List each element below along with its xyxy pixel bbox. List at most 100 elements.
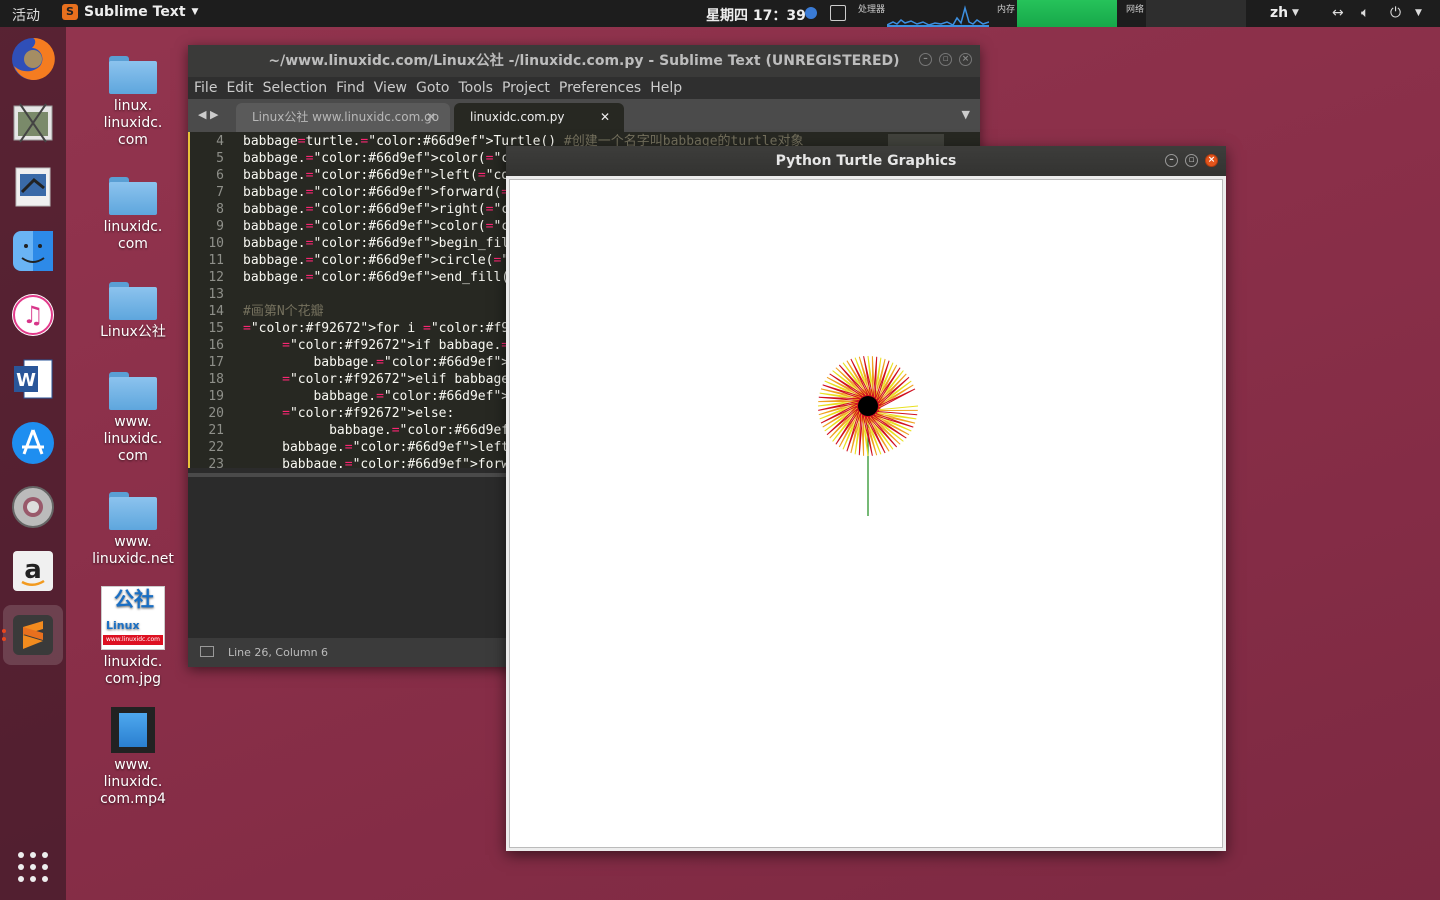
help-icon[interactable]	[9, 483, 57, 531]
tab-label: Linux公社 www.linuxidc.com.go	[252, 110, 440, 124]
line-number: 21	[208, 423, 224, 438]
desktop-video-file[interactable]: www. linuxidc. com.mp4	[78, 707, 188, 808]
cpu-monitor-graph[interactable]	[887, 0, 989, 27]
volume-icon[interactable]: 🔈︎	[1361, 5, 1369, 21]
code-line: 13	[190, 286, 243, 303]
window-titlebar[interactable]: Python Turtle Graphics – ▫ ×	[506, 146, 1226, 176]
desktop-image-file[interactable]: 公社 Linux www.linuxidc.com linuxidc. com.…	[78, 586, 188, 688]
menu-help[interactable]: Help	[650, 77, 682, 99]
line-number: 19	[208, 389, 224, 404]
window-title: Python Turtle Graphics	[775, 153, 957, 169]
finder-icon[interactable]	[9, 227, 57, 275]
notification-icon	[805, 7, 817, 19]
desktop-folder[interactable]: www. linuxidc.net	[78, 492, 188, 568]
desktop-icon-label: linuxidc. com.jpg	[103, 654, 163, 687]
minimize-button[interactable]: –	[1165, 154, 1178, 167]
power-icon[interactable]: ⏻	[1390, 5, 1401, 21]
turtle-graphics-window: Python Turtle Graphics – ▫ ×	[506, 146, 1226, 851]
minimize-button[interactable]: –	[919, 53, 932, 66]
menu-find[interactable]: Find	[336, 77, 365, 99]
line-number: 5	[216, 151, 224, 166]
close-button[interactable]: ×	[959, 53, 972, 66]
line-number: 12	[208, 270, 224, 285]
desktop-icon-label: www. linuxidc. com	[103, 414, 163, 464]
folder-icon	[109, 56, 157, 94]
line-number: 4	[216, 134, 224, 149]
thumbnail-logo-text: 公社	[114, 587, 154, 611]
mail-app-icon[interactable]	[9, 163, 57, 211]
line-number: 23	[208, 457, 224, 468]
menu-preferences[interactable]: Preferences	[559, 77, 641, 99]
svg-text:W: W	[16, 370, 36, 391]
maximize-button[interactable]: ▫	[1185, 154, 1198, 167]
sublime-text-icon: S	[62, 4, 78, 20]
thumbnail-logo-sub: Linux	[106, 619, 140, 632]
desktop-folder[interactable]: Linux公社	[78, 282, 188, 341]
chevron-down-icon: ▼	[1292, 8, 1299, 18]
language-indicator[interactable]: zh	[1270, 5, 1288, 21]
app-store-icon[interactable]	[9, 419, 57, 467]
folder-icon	[109, 372, 157, 410]
firefox-icon[interactable]	[9, 35, 57, 83]
app-grid-icon[interactable]	[9, 843, 57, 891]
menu-view[interactable]: View	[374, 77, 407, 99]
network-icon[interactable]: ↔	[1332, 5, 1344, 21]
turtle-canvas[interactable]	[509, 179, 1223, 848]
cpu-monitor-label: 处理器	[858, 5, 886, 15]
video-file-icon	[111, 707, 155, 753]
image-thumbnail: 公社 Linux www.linuxidc.com	[101, 586, 165, 650]
word-app-icon[interactable]: W	[9, 355, 57, 403]
tab-bar: ◀ ▶ Linux公社 www.linuxidc.com.go ✕ linuxi…	[188, 99, 980, 132]
desktop-folder[interactable]: www. linuxidc. com	[78, 372, 188, 465]
network-monitor-graph[interactable]	[1146, 0, 1246, 27]
running-indicator	[2, 629, 6, 633]
close-button[interactable]: ×	[1205, 154, 1218, 167]
menu-edit[interactable]: Edit	[226, 77, 253, 99]
line-number: 6	[216, 168, 224, 183]
folder-icon	[109, 177, 157, 215]
code-line: 20 ="color:#f92672">else:	[190, 405, 454, 422]
chevron-down-icon: ▼	[191, 7, 199, 17]
activities-button[interactable]: 活动	[12, 5, 40, 25]
code-text: babbage.="color:#66d9ef">end_fill()	[243, 270, 517, 285]
line-number: 17	[208, 355, 224, 370]
close-icon[interactable]: ✕	[426, 103, 436, 132]
code-text: ="color:#f92672">else:	[282, 406, 455, 421]
dock: ♫ W a	[0, 27, 66, 900]
svg-text:♫: ♫	[22, 301, 44, 329]
line-number: 15	[208, 321, 224, 336]
menu-goto[interactable]: Goto	[416, 77, 449, 99]
maximize-button[interactable]: ▫	[939, 53, 952, 66]
screenshot-app-icon[interactable]	[9, 99, 57, 147]
top-panel: 活动 S Sublime Text ▼ 星期四 17：39 处理器 内存 网络 …	[0, 0, 1440, 27]
menu-file[interactable]: File	[194, 77, 217, 99]
app-menu-label: Sublime Text	[84, 4, 186, 20]
screenshot-icon[interactable]	[830, 5, 846, 21]
line-number: 13	[208, 287, 224, 302]
window-titlebar[interactable]: ~/www.linuxidc.com/Linux公社 -/linuxidc.co…	[188, 45, 980, 77]
desktop-folder[interactable]: linuxidc. com	[78, 177, 188, 253]
chevron-down-icon[interactable]: ▼	[962, 108, 970, 121]
flower-center	[858, 396, 878, 416]
menu-project[interactable]: Project	[502, 77, 550, 99]
tab-linuxidc-go[interactable]: Linux公社 www.linuxidc.com.go ✕	[236, 103, 450, 132]
menu-bar: File Edit Selection Find View Goto Tools…	[188, 77, 980, 99]
menu-tools[interactable]: Tools	[458, 77, 493, 99]
tab-linuxidc-py[interactable]: linuxidc.com.py ✕	[454, 103, 624, 132]
sublime-text-dock-icon[interactable]	[3, 605, 63, 665]
tab-nav-arrows-icon[interactable]: ◀ ▶	[198, 108, 218, 121]
app-menu[interactable]: S Sublime Text ▼	[62, 4, 198, 20]
memory-monitor-graph[interactable]	[1017, 0, 1117, 27]
desktop-icon-label: linuxidc. com	[103, 219, 163, 252]
desktop-folder[interactable]: linux. linuxidc. com	[78, 56, 188, 149]
clock[interactable]: 星期四 17：39	[706, 5, 806, 25]
svg-text:a: a	[24, 555, 42, 585]
close-icon[interactable]: ✕	[600, 103, 610, 132]
desktop-icon-label: Linux公社	[100, 324, 166, 340]
network-monitor-label: 网络	[1126, 5, 1145, 15]
music-app-icon[interactable]: ♫	[9, 291, 57, 339]
amazon-icon[interactable]: a	[9, 547, 57, 595]
line-number: 11	[208, 253, 224, 268]
panel-toggle-icon[interactable]	[200, 646, 214, 657]
menu-selection[interactable]: Selection	[263, 77, 328, 99]
